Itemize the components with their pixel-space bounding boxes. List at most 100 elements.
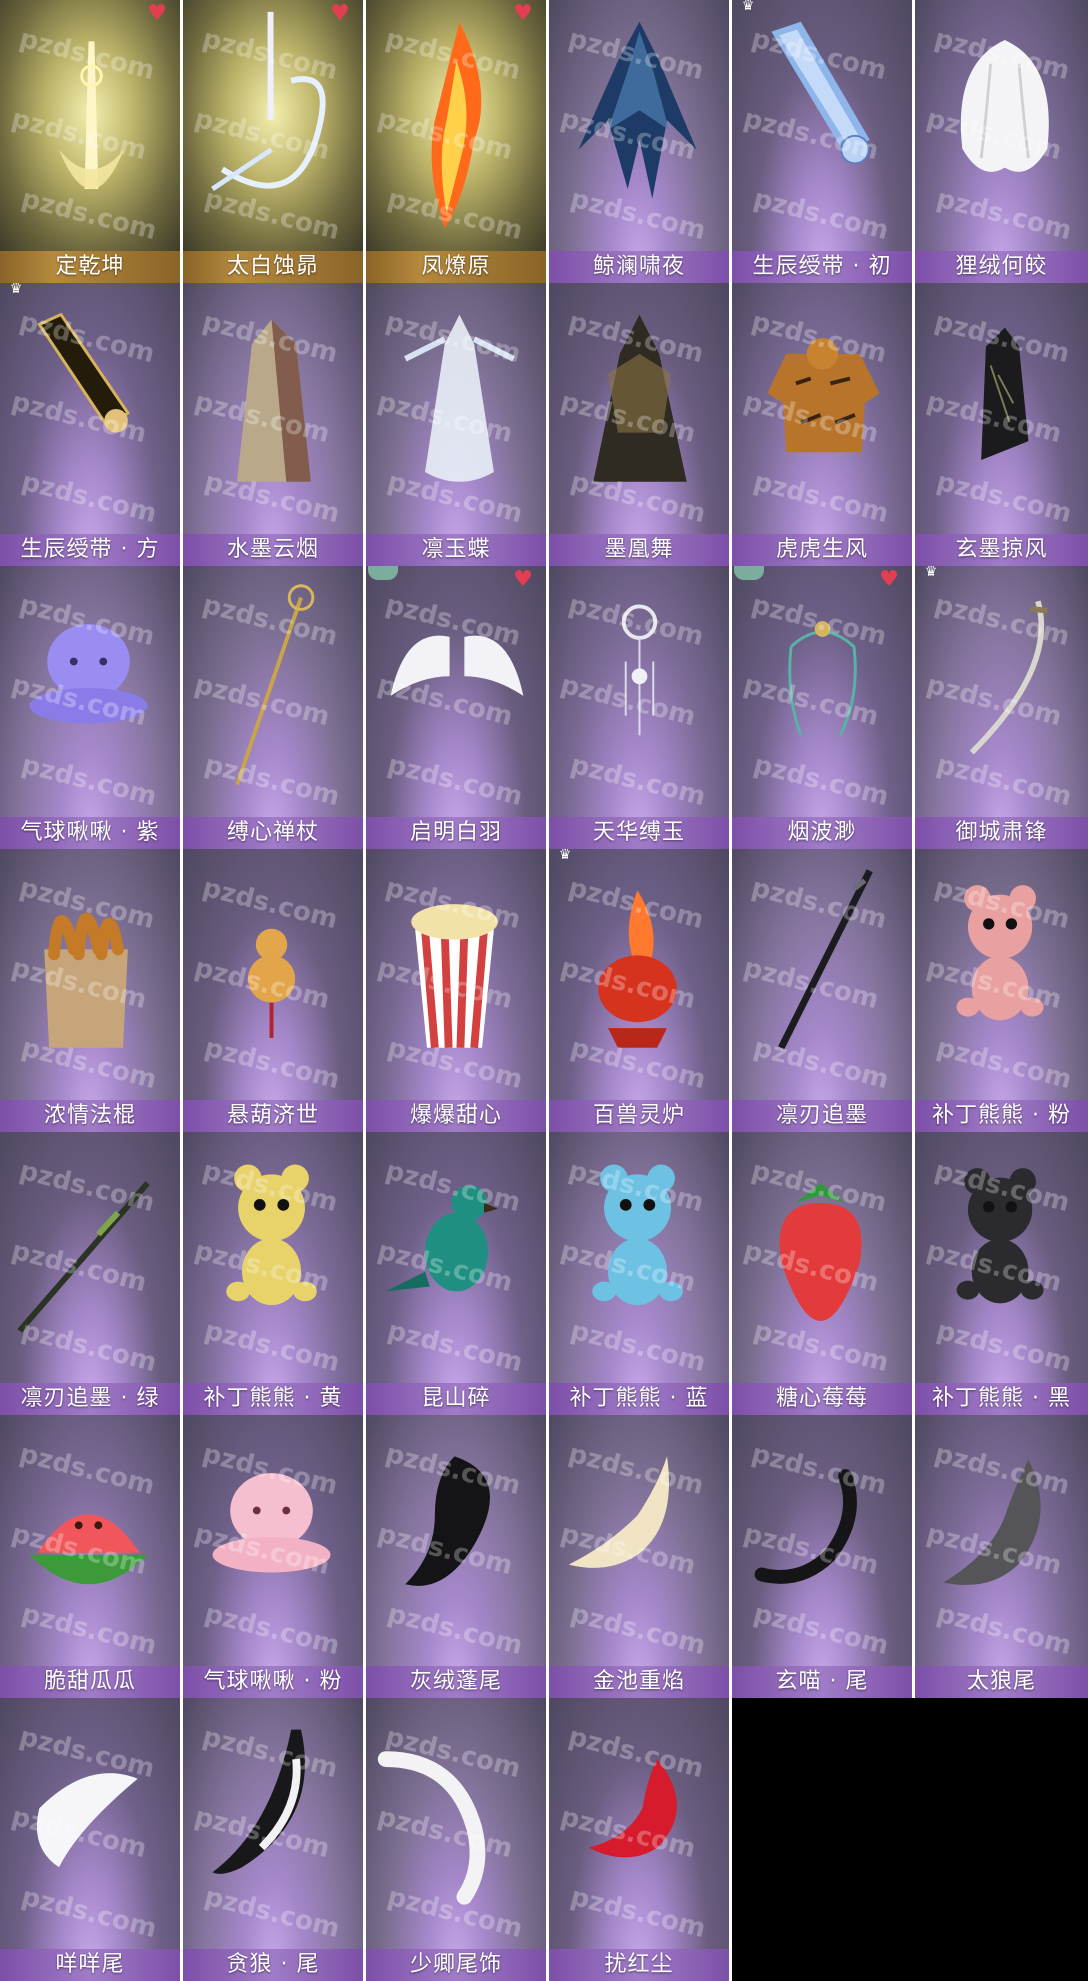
item-tile[interactable]: pzds.com pzds.com pzds.com ♥ 定乾坤: [0, 0, 183, 283]
item-tile[interactable]: pzds.com pzds.com pzds.com ♛ 百兽灵炉: [549, 849, 732, 1132]
item-tile[interactable]: pzds.com pzds.com pzds.com 糖心莓莓: [732, 1132, 915, 1415]
item-tile[interactable]: pzds.com pzds.com pzds.com 太狼尾: [915, 1415, 1088, 1698]
item-name: 贪狼 · 尾: [183, 1949, 363, 1981]
item-name: 玄喵 · 尾: [732, 1666, 912, 1698]
item-tile[interactable]: pzds.com pzds.com pzds.com ♥ 启明白羽: [366, 566, 549, 849]
blue-sash-icon: [771, 21, 870, 165]
item-name: 生辰绶带 · 初: [732, 251, 912, 283]
item-name: 灰绒蓬尾: [366, 1666, 546, 1698]
leaf-tag-icon: [734, 566, 764, 580]
dark-cape-icon: [578, 21, 697, 199]
item-tile[interactable]: pzds.com pzds.com pzds.com 气球啾啾 · 粉: [183, 1415, 366, 1698]
crown-tag-icon: ♛: [558, 849, 572, 863]
item-tile[interactable]: pzds.com pzds.com pzds.com 墨凰舞: [549, 283, 732, 566]
item-preview: pzds.com pzds.com pzds.com: [732, 566, 912, 817]
item-tile[interactable]: pzds.com pzds.com pzds.com 补丁熊熊 · 黄: [183, 1132, 366, 1415]
item-name: 补丁熊熊 · 黄: [183, 1383, 363, 1415]
staff-gold-icon: [235, 584, 315, 786]
item-tile[interactable]: pzds.com pzds.com pzds.com ♥ 太白蚀昴: [183, 0, 366, 283]
favorite-heart-icon[interactable]: ♥: [327, 3, 353, 25]
item-tile[interactable]: pzds.com pzds.com pzds.com ♛ 御城肃锋: [915, 566, 1088, 849]
item-tile[interactable]: pzds.com pzds.com pzds.com 玄墨掠风: [915, 283, 1088, 566]
favorite-heart-icon[interactable]: ♥: [144, 3, 170, 25]
item-tile[interactable]: pzds.com pzds.com pzds.com ♛ 生辰绶带 · 方: [0, 283, 183, 566]
item-name: 启明白羽: [366, 817, 546, 849]
crown-tag-icon: ♛: [9, 283, 23, 297]
item-tile[interactable]: pzds.com pzds.com pzds.com 灰绒蓬尾: [366, 1415, 549, 1698]
white-dress-icon: [404, 314, 515, 482]
watermelon-icon: [29, 1514, 148, 1585]
item-name: 天华缚玉: [549, 817, 729, 849]
item-tile[interactable]: pzds.com pzds.com pzds.com ♥ 凤燎原: [366, 0, 549, 283]
item-tile[interactable]: pzds.com pzds.com pzds.com 虎虎生风: [732, 283, 915, 566]
item-tile[interactable]: pzds.com pzds.com pzds.com 狸绒何皎: [915, 0, 1088, 283]
sword-silver-icon: [211, 11, 326, 191]
item-preview: pzds.com pzds.com pzds.com: [366, 1132, 546, 1383]
strawberry-icon: [779, 1183, 862, 1321]
jade-pendant-icon: [621, 604, 658, 736]
item-name: 凛刃追墨: [732, 1100, 912, 1132]
favorite-heart-icon[interactable]: ♥: [876, 569, 902, 591]
item-preview: pzds.com pzds.com pzds.com: [366, 1698, 546, 1949]
item-name: 补丁熊熊 · 粉: [915, 1100, 1088, 1132]
white-wings-icon: [390, 635, 524, 696]
item-tile[interactable]: pzds.com pzds.com pzds.com 玄喵 · 尾: [732, 1415, 915, 1698]
item-name: 昆山碎: [366, 1383, 546, 1415]
item-name: 咩咩尾: [0, 1949, 180, 1981]
item-tile[interactable]: pzds.com pzds.com pzds.com 脆甜瓜瓜: [0, 1415, 183, 1698]
item-name: 补丁熊熊 · 黑: [915, 1383, 1088, 1415]
leaf-tag-icon: [368, 566, 398, 580]
item-tile[interactable]: pzds.com pzds.com pzds.com 贪狼 · 尾: [183, 1698, 366, 1981]
item-preview: pzds.com pzds.com pzds.com: [732, 1415, 912, 1666]
item-tile[interactable]: pzds.com pzds.com pzds.com 水墨云烟: [183, 283, 366, 566]
item-preview: pzds.com pzds.com pzds.com: [183, 283, 363, 534]
item-name: 虎虎生风: [732, 534, 912, 566]
tail-wolf-grey-icon: [943, 1459, 1041, 1585]
item-name: 凤燎原: [366, 251, 546, 283]
item-tile[interactable]: pzds.com pzds.com pzds.com 咩咩尾: [0, 1698, 183, 1981]
item-tile[interactable]: pzds.com pzds.com pzds.com 爆爆甜心: [366, 849, 549, 1132]
item-name: 御城肃锋: [915, 817, 1088, 849]
item-tile[interactable]: pzds.com pzds.com pzds.com 金池重焰: [549, 1415, 732, 1698]
item-preview: pzds.com pzds.com pzds.com: [0, 283, 180, 534]
item-name: 生辰绶带 · 方: [0, 534, 180, 566]
item-name: 糖心莓莓: [732, 1383, 912, 1415]
dark-gown-icon: [593, 314, 687, 482]
item-tile[interactable]: pzds.com pzds.com pzds.com 缚心禅杖: [183, 566, 366, 849]
item-tile[interactable]: pzds.com pzds.com pzds.com 浓情法棍: [0, 849, 183, 1132]
item-tile[interactable]: pzds.com pzds.com pzds.com 昆山碎: [366, 1132, 549, 1415]
item-preview: pzds.com pzds.com pzds.com: [915, 566, 1088, 817]
tail-white-long-icon: [377, 1751, 486, 1905]
item-tile[interactable]: pzds.com pzds.com pzds.com ♥ 烟波渺: [732, 566, 915, 849]
item-name: 补丁熊熊 · 蓝: [549, 1383, 729, 1415]
item-preview: pzds.com pzds.com pzds.com: [549, 1132, 729, 1383]
item-tile[interactable]: pzds.com pzds.com pzds.com 扰红尘: [549, 1698, 732, 1981]
item-tile[interactable]: pzds.com pzds.com pzds.com 补丁熊熊 · 蓝: [549, 1132, 732, 1415]
popcorn-icon: [411, 904, 498, 1049]
item-preview: pzds.com pzds.com pzds.com: [549, 566, 729, 817]
item-tile[interactable]: pzds.com pzds.com pzds.com 少卿尾饰: [366, 1698, 549, 1981]
item-tile[interactable]: pzds.com pzds.com pzds.com 凛刃追墨 · 绿: [0, 1132, 183, 1415]
item-tile[interactable]: pzds.com pzds.com pzds.com 补丁熊熊 · 粉: [915, 849, 1088, 1132]
item-tile[interactable]: pzds.com pzds.com pzds.com ♛ 生辰绶带 · 初: [732, 0, 915, 283]
item-name: 墨凰舞: [549, 534, 729, 566]
item-tile[interactable]: pzds.com pzds.com pzds.com 凛玉蝶: [366, 283, 549, 566]
item-name: 烟波渺: [732, 817, 912, 849]
item-preview: pzds.com pzds.com pzds.com: [732, 849, 912, 1100]
teal-bird-icon: [385, 1185, 498, 1292]
item-tile[interactable]: pzds.com pzds.com pzds.com 气球啾啾 · 紫: [0, 566, 183, 849]
favorite-heart-icon[interactable]: ♥: [510, 3, 536, 25]
item-tile[interactable]: pzds.com pzds.com pzds.com 悬葫济世: [183, 849, 366, 1132]
favorite-heart-icon[interactable]: ♥: [510, 569, 536, 591]
item-preview: pzds.com pzds.com pzds.com: [549, 849, 729, 1100]
item-name: 缚心禅杖: [183, 817, 363, 849]
item-tile[interactable]: pzds.com pzds.com pzds.com 天华缚玉: [549, 566, 732, 849]
item-name: 脆甜瓜瓜: [0, 1666, 180, 1698]
item-tile[interactable]: pzds.com pzds.com pzds.com 补丁熊熊 · 黑: [915, 1132, 1088, 1415]
item-tile[interactable]: pzds.com pzds.com pzds.com 凛刃追墨: [732, 849, 915, 1132]
item-preview: pzds.com pzds.com pzds.com: [549, 0, 729, 251]
item-preview: pzds.com pzds.com pzds.com: [366, 566, 546, 817]
item-tile[interactable]: pzds.com pzds.com pzds.com 鲸澜啸夜: [549, 0, 732, 283]
item-preview: pzds.com pzds.com pzds.com: [183, 1415, 363, 1666]
crown-tag-icon: ♛: [741, 0, 755, 14]
